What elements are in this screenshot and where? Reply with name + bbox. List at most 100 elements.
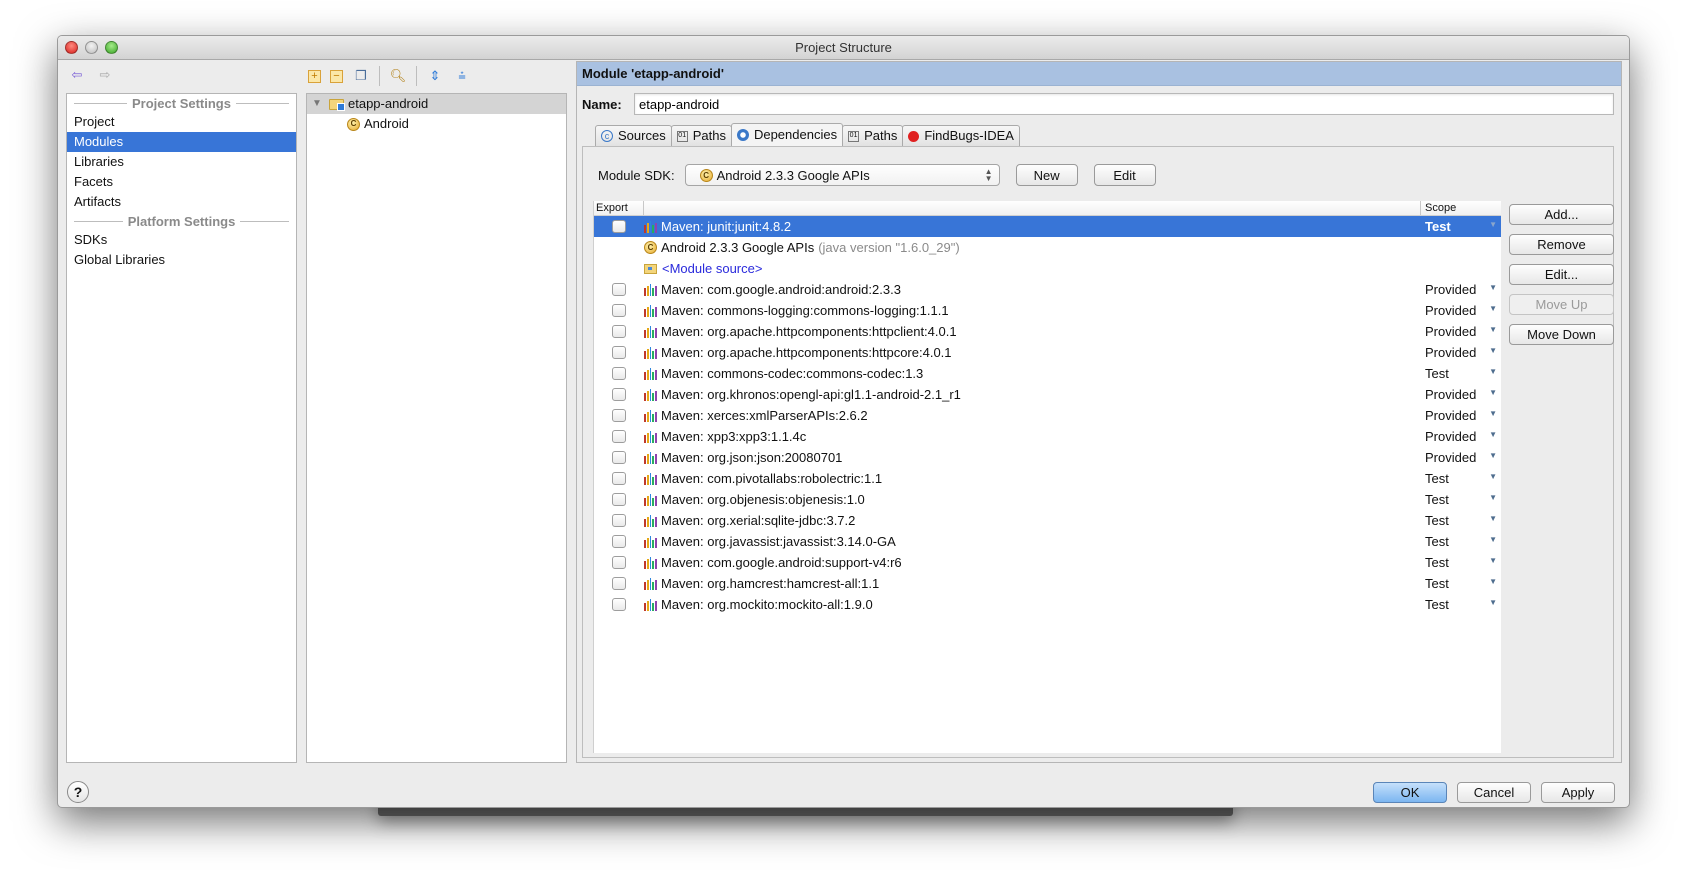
nav-item-sdks[interactable]: SDKs <box>67 230 296 250</box>
scope-dropdown[interactable]: Test ▼ <box>1421 534 1501 549</box>
ok-button[interactable]: OK <box>1373 782 1447 803</box>
scope-dropdown[interactable]: Provided ▼ <box>1421 303 1501 318</box>
scope-dropdown[interactable]: Test ▼ <box>1421 597 1501 612</box>
tab-label: Sources <box>618 128 666 143</box>
export-checkbox[interactable] <box>612 493 626 506</box>
table-row[interactable]: Maven: org.khronos:opengl-api:gl1.1-andr… <box>594 384 1501 405</box>
nav-item-global-libraries[interactable]: Global Libraries <box>67 250 296 270</box>
scope-dropdown[interactable]: Provided ▼ <box>1421 429 1501 444</box>
cancel-button[interactable]: Cancel <box>1457 782 1531 803</box>
module-sdk-select[interactable]: C Android 2.3.3 Google APIs ▲ ▼ <box>684 164 1000 186</box>
search-icon[interactable]: 🔍︎ <box>389 67 407 85</box>
export-checkbox[interactable] <box>612 598 626 611</box>
back-icon[interactable]: ⇦ <box>68 66 86 84</box>
scope-dropdown[interactable]: Test ▼ <box>1421 492 1501 507</box>
export-checkbox[interactable] <box>612 535 626 548</box>
table-row[interactable]: Maven: commons-codec:commons-codec:1.3 Te… <box>594 363 1501 384</box>
export-checkbox[interactable] <box>612 220 626 233</box>
export-checkbox[interactable] <box>612 577 626 590</box>
nav-item-artifacts[interactable]: Artifacts <box>67 192 296 212</box>
export-checkbox[interactable] <box>612 346 626 359</box>
export-checkbox[interactable] <box>612 556 626 569</box>
nav-item-project[interactable]: Project <box>67 112 296 132</box>
export-checkbox[interactable] <box>612 430 626 443</box>
scope-dropdown[interactable]: Test ▼ <box>1421 366 1501 381</box>
scope-dropdown[interactable]: Test ▼ <box>1421 471 1501 486</box>
scope-dropdown[interactable]: Provided ▼ <box>1421 387 1501 402</box>
zoom-window-button[interactable] <box>105 41 118 54</box>
scope-value: Test <box>1425 513 1449 528</box>
module-tabs: c Sources 01 Paths Dependencies 01 Paths… <box>595 123 1020 146</box>
add-icon[interactable]: + <box>308 69 321 83</box>
export-checkbox[interactable] <box>612 388 626 401</box>
minimize-window-button[interactable] <box>85 41 98 54</box>
table-row[interactable]: Maven: org.hamcrest:hamcrest-all:1.1 Test… <box>594 573 1501 594</box>
scope-dropdown[interactable]: Test ▼ <box>1421 576 1501 591</box>
nav-item-facets[interactable]: Facets <box>67 172 296 192</box>
table-row[interactable]: Maven: org.xerial:sqlite-jdbc:3.7.2 Test ▼ <box>594 510 1501 531</box>
close-window-button[interactable] <box>65 41 78 54</box>
apply-button[interactable]: Apply <box>1541 782 1615 803</box>
scope-dropdown[interactable]: Test ▼ <box>1421 555 1501 570</box>
table-row[interactable]: Maven: org.apache.httpcomponents:httpcor… <box>594 342 1501 363</box>
table-row[interactable]: Maven: com.google.android:android:2.3.3 P… <box>594 279 1501 300</box>
move-up-button[interactable]: Move Up <box>1509 294 1614 315</box>
module-name-input[interactable] <box>634 93 1614 115</box>
collapse-all-icon[interactable]: ⩮ <box>453 67 471 85</box>
remove-icon[interactable]: − <box>330 69 343 83</box>
table-row[interactable]: Maven: org.mockito:mockito-all:1.9.0 Test… <box>594 594 1501 615</box>
table-row[interactable]: Maven: com.pivotallabs:robolectric:1.1 Te… <box>594 468 1501 489</box>
table-row[interactable]: <Module source> <box>594 258 1501 279</box>
expand-all-icon[interactable]: ⇕ <box>426 67 444 85</box>
export-checkbox[interactable] <box>612 472 626 485</box>
tree-node-facet[interactable]: C Android <box>307 114 566 134</box>
table-row[interactable]: Maven: com.google.android:support-v4:r6 T… <box>594 552 1501 573</box>
export-checkbox[interactable] <box>612 283 626 296</box>
tab-findbugs[interactable]: FindBugs-IDEA <box>902 125 1020 146</box>
copy-icon[interactable]: ❐ <box>352 67 370 85</box>
tree-node-module[interactable]: ▼ etapp-android <box>307 94 566 114</box>
export-checkbox[interactable] <box>612 451 626 464</box>
export-checkbox[interactable] <box>612 367 626 380</box>
remove-dependency-button[interactable]: Remove <box>1509 234 1614 255</box>
column-header-name[interactable] <box>644 201 1421 215</box>
scope-dropdown[interactable]: Provided ▼ <box>1421 408 1501 423</box>
table-row[interactable]: Maven: org.javassist:javassist:3.14.0-GA… <box>594 531 1501 552</box>
export-checkbox[interactable] <box>612 409 626 422</box>
sdk-new-button[interactable]: New <box>1015 164 1078 186</box>
forward-icon[interactable]: ⇨ <box>96 66 114 84</box>
column-header-export[interactable]: Export <box>594 201 644 215</box>
nav-item-libraries[interactable]: Libraries <box>67 152 296 172</box>
tab-paths[interactable]: 01 Paths <box>670 125 732 146</box>
table-row[interactable]: Maven: xpp3:xpp3:1.1.4c Provided ▼ <box>594 426 1501 447</box>
table-row[interactable]: C Android 2.3.3 Google APIs (java version … <box>594 237 1501 258</box>
disclosure-triangle-icon[interactable]: ▼ <box>312 94 324 114</box>
scope-dropdown[interactable]: Provided ▼ <box>1421 282 1501 297</box>
scope-dropdown[interactable]: Provided ▼ <box>1421 345 1501 360</box>
dependency-name-cell: Maven: com.pivotallabs:robolectric:1.1 <box>644 471 1421 486</box>
scope-dropdown[interactable]: Provided ▼ <box>1421 324 1501 339</box>
add-dependency-button[interactable]: Add... <box>1509 204 1614 225</box>
tab-sources[interactable]: c Sources <box>595 125 672 146</box>
sdk-edit-button[interactable]: Edit <box>1093 164 1156 186</box>
tab-paths-2[interactable]: 01 Paths <box>842 125 904 146</box>
help-button[interactable]: ? <box>67 781 89 803</box>
move-down-button[interactable]: Move Down <box>1509 324 1614 345</box>
scope-dropdown[interactable]: Provided ▼ <box>1421 450 1501 465</box>
edit-dependency-button[interactable]: Edit... <box>1509 264 1614 285</box>
export-checkbox[interactable] <box>612 514 626 527</box>
table-row[interactable]: Maven: org.json:json:20080701 Provided ▼ <box>594 447 1501 468</box>
export-checkbox[interactable] <box>612 304 626 317</box>
table-row[interactable]: Maven: commons-logging:commons-logging:1… <box>594 300 1501 321</box>
export-checkbox[interactable] <box>612 325 626 338</box>
table-row[interactable]: Maven: org.objenesis:objenesis:1.0 Test ▼ <box>594 489 1501 510</box>
tab-dependencies[interactable]: Dependencies <box>730 123 844 146</box>
column-header-scope[interactable]: Scope <box>1421 201 1501 215</box>
dependency-name: <Module source> <box>662 261 763 276</box>
nav-item-modules[interactable]: Modules <box>67 132 296 152</box>
table-row[interactable]: Maven: xerces:xmlParserAPIs:2.6.2 Provide… <box>594 405 1501 426</box>
table-row[interactable]: Maven: junit:junit:4.8.2 Test ▼ <box>594 216 1501 237</box>
table-row[interactable]: Maven: org.apache.httpcomponents:httpcli… <box>594 321 1501 342</box>
scope-dropdown[interactable]: Test ▼ <box>1421 219 1501 234</box>
scope-dropdown[interactable]: Test ▼ <box>1421 513 1501 528</box>
